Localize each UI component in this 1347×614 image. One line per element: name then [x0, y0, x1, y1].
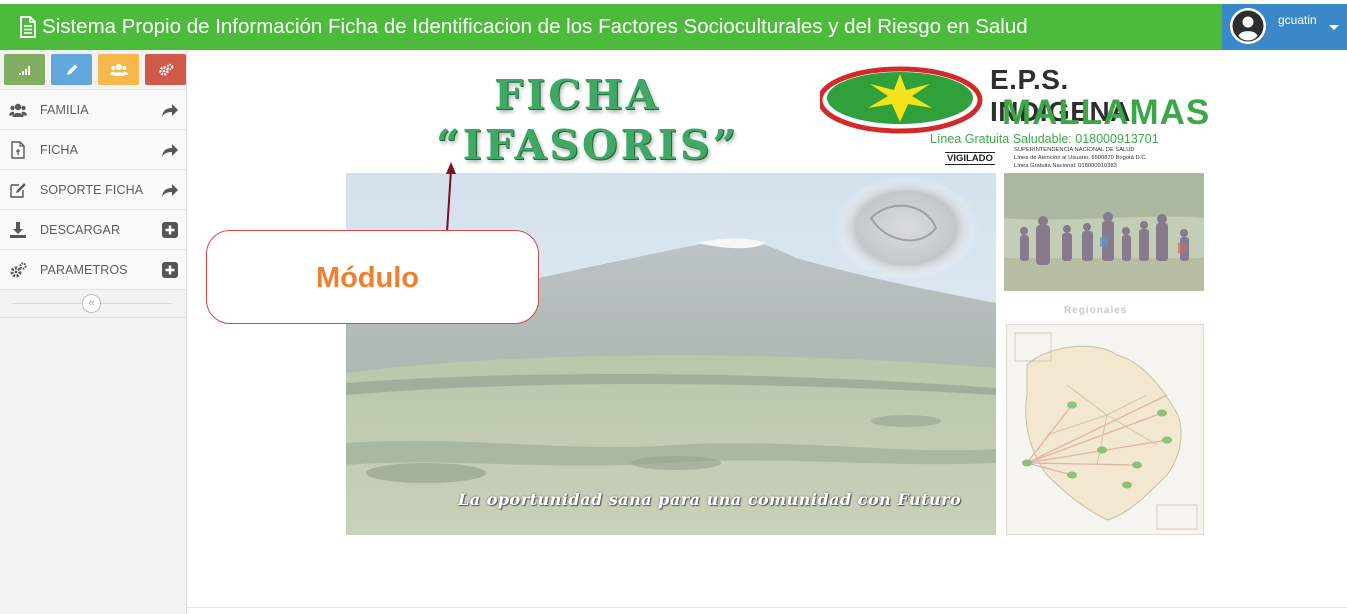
sidebar-item-label: PARAMETROS: [40, 262, 128, 277]
document-icon: [20, 16, 36, 38]
share-arrow-icon: [162, 184, 178, 197]
eps-mallamas-logo: E.P.S. INDIGENA MALLAMAS Línea Gratuita …: [820, 64, 1211, 174]
sidebar-shortcuts: [0, 50, 186, 90]
user-avatar-icon: [1230, 8, 1266, 44]
shortcut-pencil-button[interactable]: [51, 54, 92, 85]
footer-divider: [187, 607, 1347, 608]
sidebar-item-parametros[interactable]: PARAMETROS: [0, 250, 186, 290]
sidebar-item-familia[interactable]: FAMILIA: [0, 90, 186, 130]
national-line-text: Línea Gratuita Nacional: 018000910383: [1014, 163, 1117, 169]
users-icon: [9, 103, 27, 117]
shortcut-cogs-button[interactable]: [145, 54, 186, 85]
eps-phone-line: Línea Gratuita Saludable: 018000913701: [930, 132, 1159, 146]
users-icon: [109, 63, 128, 76]
username-label: gcuatin: [1278, 13, 1317, 27]
sidebar-item-descargar[interactable]: DESCARGAR: [0, 210, 186, 250]
chevron-down-icon: [1329, 25, 1339, 30]
double-chevron-left-icon: «: [88, 297, 95, 309]
sidebar-collapse-button[interactable]: «: [82, 294, 101, 313]
eps-brand-name: MALLAMAS: [1002, 93, 1211, 132]
app-title-bar: Sistema Propio de Información Ficha de I…: [0, 4, 1222, 50]
sidebar-item-label: FAMILIA: [40, 102, 89, 117]
shortcut-signal-button[interactable]: [4, 54, 45, 85]
app-window: Sistema Propio de Información Ficha de I…: [0, 0, 1347, 614]
sidebar-item-ficha[interactable]: FICHA: [0, 130, 186, 170]
regionales-label: Regionales: [1064, 305, 1128, 316]
share-arrow-icon: [162, 104, 178, 117]
file-icon: [11, 141, 25, 159]
plus-square-icon: [162, 222, 178, 238]
annotation-arrow: [446, 162, 456, 233]
cogs-icon: [158, 63, 173, 76]
pencil-icon: [66, 64, 77, 75]
plus-square-icon: [162, 262, 178, 278]
shortcut-users-button[interactable]: [98, 54, 139, 85]
ficha-title-line2: “IFASORIS”: [436, 121, 740, 169]
community-photo: [1004, 173, 1204, 291]
annotation-label: Módulo: [315, 261, 420, 294]
attention-line-text: Línea de Atención al Usuario: 6500870 Bo…: [1014, 155, 1148, 161]
banner-slogan: La oportunidad sana para una comunidad c…: [458, 490, 962, 509]
sidebar-item-label: FICHA: [40, 142, 78, 157]
ficha-title-line1: FICHA: [494, 71, 661, 119]
vigilado-badge: VIGILADO: [945, 152, 995, 165]
sidebar: FAMILIA FICHA SOPORTE FICHA DESCARGAR PA…: [0, 50, 187, 614]
app-title: Sistema Propio de Información Ficha de I…: [42, 15, 1028, 38]
user-menu-dropdown[interactable]: gcuatin: [1222, 4, 1347, 50]
signal-icon: [18, 65, 30, 75]
sidebar-item-label: DESCARGAR: [40, 222, 121, 237]
regional-map: [1006, 324, 1204, 535]
mallamas-star-logo-icon: [820, 66, 983, 134]
supersalud-text: SUPERINTENDENCIA NACIONAL DE SALUD: [1014, 147, 1135, 153]
sidebar-item-label: SOPORTE FICHA: [40, 182, 144, 197]
edit-icon: [10, 183, 26, 198]
top-navbar: Sistema Propio de Información Ficha de I…: [0, 0, 1347, 54]
download-icon: [10, 222, 26, 238]
share-arrow-icon: [162, 144, 178, 157]
cogs-icon: [10, 262, 27, 278]
annotation-callout: Módulo: [206, 230, 539, 324]
sidebar-collapse-row: «: [0, 290, 186, 318]
sidebar-item-soporte-ficha[interactable]: SOPORTE FICHA: [0, 170, 186, 210]
